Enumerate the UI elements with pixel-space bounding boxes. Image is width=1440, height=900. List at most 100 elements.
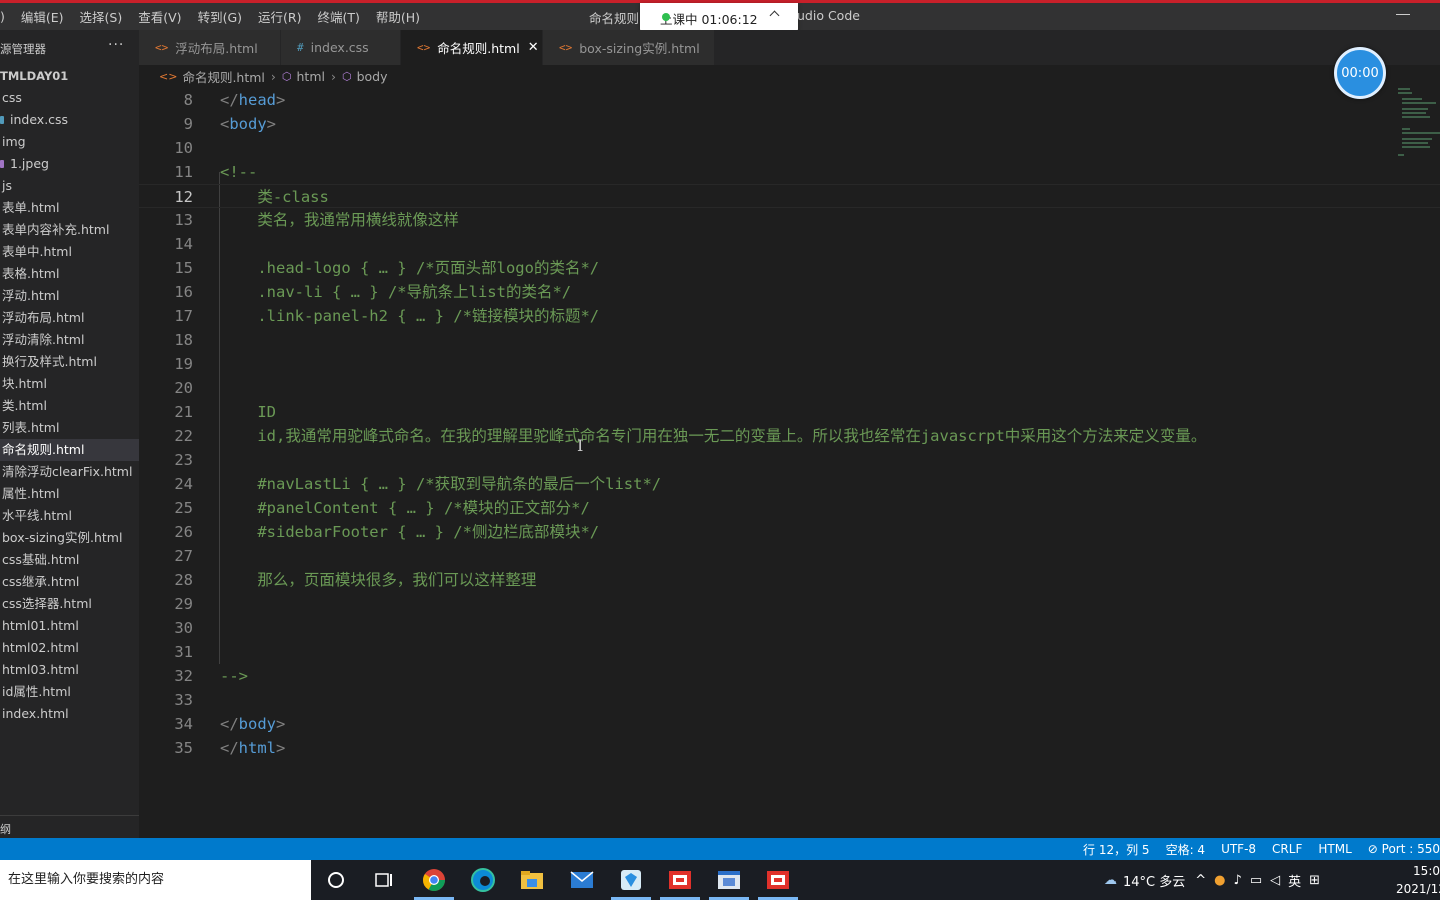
code-text: 类-class	[220, 188, 329, 206]
clock-date: 2021/12	[1396, 882, 1440, 896]
ime-mode-icon[interactable]: ⊞	[1309, 873, 1320, 888]
task-view-icon[interactable]	[371, 867, 397, 893]
file-tree-item[interactable]: 表单中.html	[0, 241, 139, 263]
menu-item[interactable]: 转到(G)	[190, 7, 250, 26]
class-app-icon-2[interactable]	[765, 867, 791, 893]
tab-index-css[interactable]: # index.css	[281, 30, 401, 65]
battery-icon[interactable]: ▭	[1250, 873, 1262, 888]
file-tree-item[interactable]: 表格.html	[0, 263, 139, 285]
mail-icon[interactable]	[569, 867, 595, 893]
status-language[interactable]: HTML	[1318, 842, 1351, 856]
status-live-server[interactable]: ⊘ Port : 550	[1368, 842, 1440, 856]
file-tree-label: 水平线.html	[2, 508, 72, 523]
file-tree-label: 浮动.html	[2, 288, 60, 303]
css-file-icon	[0, 116, 4, 124]
chrome-icon[interactable]	[421, 867, 447, 893]
more-actions-button[interactable]: ···	[108, 37, 124, 53]
recording-timer-label: 00:00	[1341, 65, 1379, 81]
file-tree-item[interactable]: 命名规则.html	[0, 439, 139, 461]
code-text: #navLastLi { … } /*获取到导航条的最后一个list*/	[220, 475, 662, 493]
file-tree-item[interactable]: box-sizing实例.html	[0, 527, 139, 549]
file-tree-item[interactable]: img	[0, 131, 139, 153]
file-explorer-icon[interactable]	[519, 867, 545, 893]
code-line: 34 </body>	[139, 712, 1440, 736]
tag-name: head	[238, 91, 276, 109]
taskbar-search-input[interactable]: 在这里输入你要搜索的内容	[0, 860, 311, 900]
file-tree: css index.css img 1.jpeg js 表单.html 表单内容补充.htm…	[0, 87, 139, 725]
minimize-button[interactable]	[1396, 14, 1410, 15]
file-tree-item[interactable]: js	[0, 175, 139, 197]
file-tree-item[interactable]: 表单.html	[0, 197, 139, 219]
breadcrumb-file[interactable]: 命名规则.html	[182, 67, 264, 86]
file-tree-item[interactable]: 浮动.html	[0, 285, 139, 307]
file-tree-item[interactable]: 列表.html	[0, 417, 139, 439]
microphone-icon[interactable]: ♪	[1234, 873, 1242, 888]
file-tree-item[interactable]: html03.html	[0, 659, 139, 681]
file-tree-item[interactable]: 水平线.html	[0, 505, 139, 527]
system-clock[interactable]: 15:0 2021/12	[1396, 862, 1440, 898]
status-encoding[interactable]: UTF-8	[1221, 842, 1256, 856]
menu-item[interactable]: 查看(V)	[130, 7, 189, 26]
file-tree-label: 块.html	[2, 376, 47, 391]
breadcrumb-html[interactable]: html	[297, 69, 325, 84]
chevron-up-icon[interactable]: ^	[1195, 873, 1206, 888]
file-tree-item[interactable]: css基础.html	[0, 549, 139, 571]
outline-section[interactable]: 纲	[0, 821, 11, 837]
weather-label[interactable]: 14°C 多云	[1123, 871, 1185, 890]
file-tree-item[interactable]: css选择器.html	[0, 593, 139, 615]
status-eol[interactable]: CRLF	[1272, 842, 1302, 856]
status-cursor-position[interactable]: 行 12，列 5	[1083, 841, 1150, 858]
menu-item[interactable]: 选择(S)	[72, 7, 131, 26]
file-tree-item[interactable]: 属性.html	[0, 483, 139, 505]
cortana-icon[interactable]	[323, 867, 349, 893]
menu-item[interactable]: 编辑(E)	[13, 7, 72, 26]
file-tree-item[interactable]: css继承.html	[0, 571, 139, 593]
file-tree-item[interactable]: index.css	[0, 109, 139, 131]
status-indentation[interactable]: 空格: 4	[1166, 841, 1206, 858]
user-icon[interactable]: ●	[1214, 873, 1225, 888]
ime-language[interactable]: 英	[1288, 871, 1301, 890]
file-tree-item[interactable]: 换行及样式.html	[0, 351, 139, 373]
volume-icon[interactable]: ◁	[1270, 873, 1280, 888]
weather-icon[interactable]: ☁	[1104, 873, 1117, 888]
code-line: 31	[139, 640, 1440, 664]
app-shield-icon[interactable]	[618, 867, 644, 893]
menu-item[interactable]: 帮助(H)	[368, 7, 428, 26]
element-icon: ⬡	[281, 69, 292, 83]
file-tree-item[interactable]: id属性.html	[0, 681, 139, 703]
tab-naming-rules[interactable]: <> 命名规则.html ✕	[401, 30, 543, 65]
menu-item[interactable]: 终端(T)	[309, 7, 367, 26]
code-editor[interactable]: 8 </head> 9 <body> 10 11 <!-- 12 类-class 13 类名，我…	[139, 88, 1440, 838]
file-tree-item[interactable]: html02.html	[0, 637, 139, 659]
file-tree-item[interactable]: 类.html	[0, 395, 139, 417]
file-tree-item[interactable]: html01.html	[0, 615, 139, 637]
code-line: 15 .head-logo { … } /*页面头部logo的类名*/	[139, 256, 1440, 280]
menu-item[interactable]: )	[0, 9, 13, 24]
file-tree-item[interactable]: css	[0, 87, 139, 109]
file-tree-item[interactable]: index.html	[0, 703, 139, 725]
edge-icon[interactable]	[470, 867, 496, 893]
file-tree-item[interactable]: 表单内容补充.html	[0, 219, 139, 241]
file-tree-item[interactable]: 1.jpeg	[0, 153, 139, 175]
breadcrumb-body[interactable]: body	[357, 69, 388, 84]
tag-name: html	[238, 739, 276, 757]
menu-item[interactable]: 运行(R)	[250, 7, 309, 26]
file-tree-item[interactable]: 块.html	[0, 373, 139, 395]
line-number: 16	[174, 283, 193, 301]
window-title: 命名规则	[589, 11, 640, 26]
code-line: 21 ID	[139, 400, 1440, 424]
window-app-icon[interactable]	[716, 867, 742, 893]
file-tree-item[interactable]: 清除浮动clearFix.html	[0, 461, 139, 483]
tab-float-layout[interactable]: <> 浮动布局.html	[139, 30, 281, 65]
workspace-folder[interactable]: TMLDAY01	[0, 69, 68, 83]
code-text: ID	[220, 403, 276, 421]
file-tree-label: 清除浮动clearFix.html	[2, 464, 133, 479]
code-text: .link-panel-h2 { … } /*链接模块的标题*/	[220, 307, 600, 325]
status-bar: 行 12，列 5 空格: 4 UTF-8 CRLF HTML ⊘ Port : …	[0, 838, 1440, 860]
tab-box-sizing[interactable]: <> box-sizing实例.html	[543, 30, 715, 65]
class-app-icon[interactable]	[667, 867, 693, 893]
file-tree-label: 命名规则.html	[2, 442, 85, 457]
file-tree-item[interactable]: 浮动布局.html	[0, 307, 139, 329]
file-tree-item[interactable]: 浮动清除.html	[0, 329, 139, 351]
close-icon[interactable]: ✕	[528, 40, 539, 55]
